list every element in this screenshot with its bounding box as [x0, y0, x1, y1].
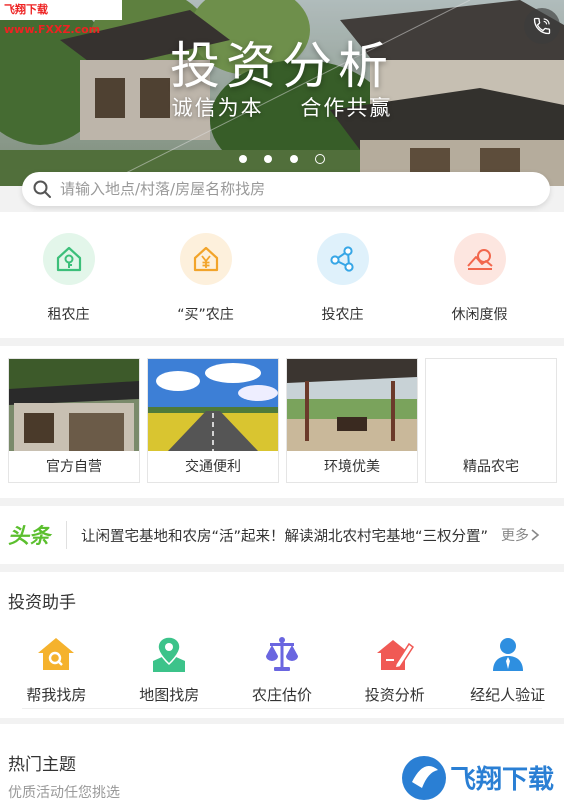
category-leisure[interactable]: 休闲度假: [411, 212, 548, 338]
feature-image: [287, 359, 417, 451]
phone-button[interactable]: [524, 8, 560, 44]
tool-label: 农庄估价: [251, 686, 312, 704]
feature-image-blank: [426, 359, 556, 451]
tool-map-search[interactable]: 地图找房: [113, 634, 226, 705]
category-icon-circle: [453, 233, 506, 285]
tool-icon: [375, 634, 415, 674]
house-pen-icon: [376, 640, 414, 670]
section-title: 投资助手: [8, 593, 76, 613]
tool-label: 地图找房: [139, 686, 200, 704]
carousel-dot[interactable]: [239, 155, 248, 163]
carousel-dot-active[interactable]: [314, 154, 325, 164]
divider: [66, 521, 67, 549]
search-icon: [33, 180, 51, 198]
map-pin-icon: [153, 636, 186, 672]
more-label: 更多: [501, 528, 529, 544]
category-rent-farm[interactable]: 租农庄: [0, 212, 137, 338]
search-input[interactable]: [60, 180, 520, 198]
divider: [22, 708, 542, 709]
category-label: 租农庄: [47, 307, 90, 323]
tool-icon: [149, 634, 189, 674]
feature-card-environment[interactable]: 环境优美: [286, 358, 418, 483]
banner-title: 投资分析: [170, 37, 394, 95]
category-label: 投农庄: [321, 307, 364, 323]
helper-tools: 帮我找房 地图找房 农庄估价 投资分析 经纪人验证: [0, 634, 564, 705]
category-invest-farm[interactable]: 投农庄: [274, 212, 411, 338]
tool-label: 帮我找房: [26, 686, 87, 704]
category-icon-circle: [316, 233, 369, 285]
category-nav: 租农庄 “买”农庄 投农庄 休闲度假: [0, 212, 564, 338]
tool-label: 投资分析: [364, 686, 425, 704]
carousel-indicator: [0, 148, 564, 167]
brand-logo: 飞翔下载: [398, 748, 556, 804]
more-link[interactable]: 更多: [501, 525, 541, 545]
section-subtitle: 优质活动任您挑选: [8, 785, 120, 801]
carousel-dot[interactable]: [289, 155, 298, 163]
scale-icon: [265, 637, 298, 671]
phone-icon: [533, 17, 551, 35]
tool-find-house[interactable]: 帮我找房: [0, 634, 113, 705]
share-nodes-icon: [329, 246, 354, 272]
chevron-right-icon: [531, 529, 540, 541]
tool-icon: [488, 634, 528, 674]
brand-text: 飞翔下载: [450, 765, 554, 795]
carousel-dot[interactable]: [264, 155, 273, 163]
feature-image: [148, 359, 278, 451]
hero-banner[interactable]: 飞翔下载 www.FXXZ.com 投资分析 诚信为本 合作共赢: [0, 0, 564, 186]
feature-label: 精品农宅: [463, 459, 519, 475]
category-label: “买”农庄: [177, 307, 234, 323]
banner-subtitle: 诚信为本 合作共赢: [0, 92, 564, 122]
headline-bar[interactable]: 头条 让闲置宅基地和农房“活”起来！解读湖北农村宅基地“三权分置” 更多: [0, 506, 564, 564]
banner-subtitle-right: 合作共赢: [300, 96, 393, 120]
tool-icon: [36, 634, 76, 674]
tool-farm-valuation[interactable]: 农庄估价: [226, 634, 339, 705]
banner-subtitle-left: 诚信为本: [171, 96, 264, 120]
feature-card-official[interactable]: 官方自营: [8, 358, 140, 483]
feature-card-transport[interactable]: 交通便利: [147, 358, 279, 483]
headline-text[interactable]: 让闲置宅基地和农房“活”起来！解读湖北农村宅基地“三权分置”: [81, 525, 493, 546]
watermark: 飞翔下载 www.FXXZ.com: [0, 0, 122, 36]
investment-helper: 投资助手 帮我找房 地图找房 农庄估价 投资分析 经纪人验证: [0, 572, 564, 718]
feature-label: 环境优美: [324, 459, 380, 475]
landscape-icon: [466, 249, 493, 270]
category-buy-farm[interactable]: “买”农庄: [137, 212, 274, 338]
feature-label: 交通便利: [185, 459, 241, 475]
feature-cards: 官方自营 交通便利 环境优美 精品农宅: [0, 346, 564, 498]
feature-image: [9, 359, 139, 451]
section-title: 热门主题: [8, 755, 76, 775]
category-icon-circle: [179, 233, 232, 285]
tool-agent-verify[interactable]: 经纪人验证: [451, 634, 564, 705]
search-bar[interactable]: [22, 172, 550, 206]
tool-label: 经纪人验证: [470, 686, 546, 704]
hot-topics: 热门主题 优质活动任您挑选 飞翔下载: [0, 724, 564, 805]
house-search-icon: [38, 638, 75, 670]
house-rent-icon: [56, 246, 81, 272]
headline-logo: 头条: [8, 524, 50, 548]
tool-investment-analysis[interactable]: 投资分析: [338, 634, 451, 705]
house-yen-icon: [193, 246, 218, 272]
feature-card-premium[interactable]: 精品农宅: [425, 358, 557, 483]
agent-icon: [492, 638, 523, 671]
category-label: 休闲度假: [451, 307, 508, 323]
tool-icon: [262, 634, 302, 674]
feature-label: 官方自营: [46, 459, 102, 475]
category-icon-circle: [42, 233, 95, 285]
